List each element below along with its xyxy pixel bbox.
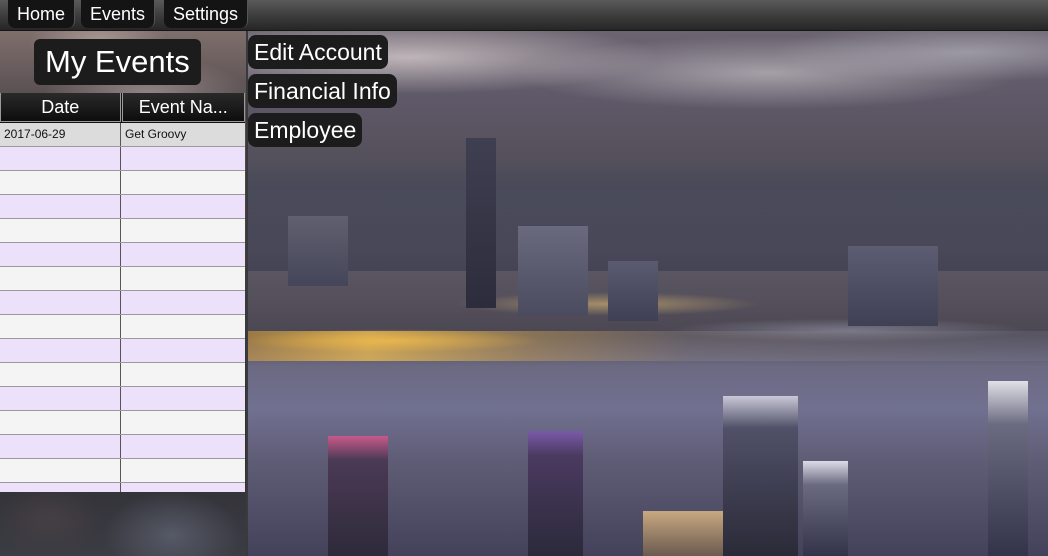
cell-event-name (121, 411, 245, 434)
table-row[interactable] (0, 459, 245, 483)
table-row[interactable] (0, 267, 245, 291)
panel-title: My Events (34, 39, 201, 85)
cell-date (0, 243, 121, 266)
cell-event-name: Get Groovy (125, 127, 187, 141)
menu-events[interactable]: Events (81, 0, 156, 28)
cell-date (0, 387, 121, 410)
table-header: Date Event Na... (0, 93, 245, 123)
left-panel: My Events Date Event Na... 2017-06-29 Get… (0, 31, 248, 556)
cell-event-name (121, 387, 245, 410)
cell-date (0, 315, 121, 338)
cell-event-name (121, 219, 245, 242)
cell-event-name (121, 291, 245, 314)
table-row[interactable] (0, 339, 245, 363)
menu-home[interactable]: Home (8, 0, 76, 28)
cell-date: 2017-06-29 (0, 123, 121, 146)
column-header-event-name[interactable]: Event Na... (121, 93, 245, 122)
table-row[interactable] (0, 243, 245, 267)
table-row[interactable] (0, 315, 245, 339)
menu-settings[interactable]: Settings (164, 0, 249, 28)
cell-date (0, 171, 121, 194)
cell-event-name (121, 243, 245, 266)
main-area: Edit Account Financial Info Employee (248, 31, 1048, 556)
cell-event-name (121, 339, 245, 362)
table-row[interactable] (0, 483, 245, 492)
cell-date (0, 339, 121, 362)
cell-event-name (121, 147, 245, 170)
cell-event-name (121, 459, 245, 482)
cell-event-name (121, 435, 245, 458)
cell-date (0, 363, 121, 386)
table-row[interactable] (0, 363, 245, 387)
table-row[interactable] (0, 195, 245, 219)
table-body: 2017-06-29 Get Groovy (0, 123, 245, 492)
cell-date (0, 219, 121, 242)
cell-date (0, 267, 121, 290)
cell-date (0, 483, 121, 492)
employee-button[interactable]: Employee (248, 113, 363, 147)
cell-event-name (121, 267, 245, 290)
table-row[interactable] (0, 411, 245, 435)
events-table[interactable]: Date Event Na... 2017-06-29 Get Groovy (0, 93, 245, 492)
cell-date (0, 411, 121, 434)
cell-event-name (121, 195, 245, 218)
financial-info-button[interactable]: Financial Info (248, 74, 397, 108)
cell-event-name (121, 171, 245, 194)
menu-bar: Home Events Settings (0, 0, 1048, 31)
city-background-image (248, 31, 1048, 556)
table-row[interactable] (0, 171, 245, 195)
edit-account-button[interactable]: Edit Account (248, 35, 388, 69)
table-row[interactable] (0, 387, 245, 411)
app-window: Home Events Settings My Events Date Even… (0, 0, 1048, 556)
cell-date (0, 435, 121, 458)
column-header-date[interactable]: Date (0, 93, 121, 122)
table-row[interactable]: 2017-06-29 Get Groovy (0, 123, 245, 147)
cell-event-name (121, 363, 245, 386)
table-row[interactable] (0, 435, 245, 459)
table-row[interactable] (0, 291, 245, 315)
cell-event-name (121, 315, 245, 338)
table-row[interactable] (0, 219, 245, 243)
cell-date (0, 459, 121, 482)
table-row[interactable] (0, 147, 245, 171)
cell-event-name (121, 483, 245, 492)
cell-date (0, 291, 121, 314)
cell-date (0, 195, 121, 218)
cell-date (0, 147, 121, 170)
